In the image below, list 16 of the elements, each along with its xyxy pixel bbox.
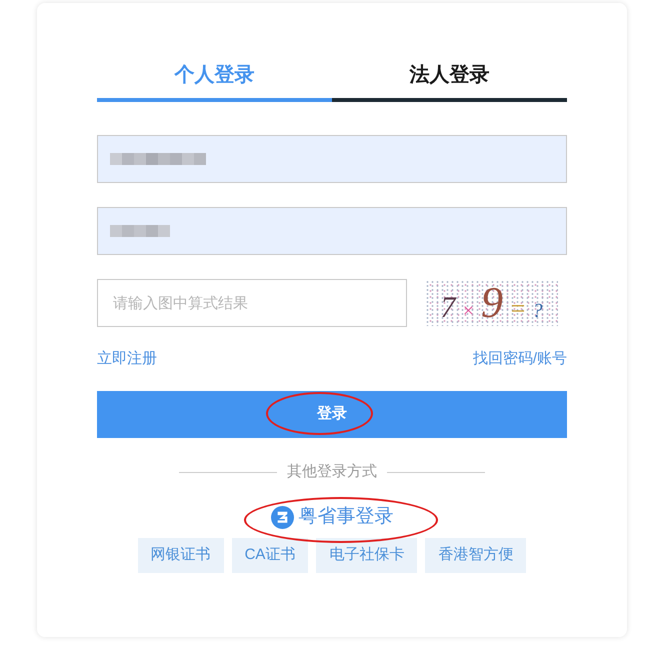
login-tab[interactable]: 个人登录	[97, 59, 332, 102]
register-link[interactable]: 立即注册	[97, 349, 157, 369]
login-method-button[interactable]: 网银证书	[138, 538, 224, 573]
login-tab[interactable]: 法人登录	[332, 59, 567, 102]
captcha-image[interactable]: 7×9=?	[425, 280, 558, 326]
login-button[interactable]: 登录	[97, 391, 567, 438]
input-field[interactable]	[97, 207, 567, 255]
app-login-link[interactable]: 粤省事登录	[270, 503, 394, 531]
other-login-heading: 其他登录方式	[287, 462, 377, 482]
login-method-button[interactable]: 电子社保卡	[316, 538, 418, 573]
app-logo-icon	[270, 506, 294, 528]
login-method-button[interactable]: CA证书	[232, 538, 308, 573]
recover-account-link[interactable]: 找回密码/账号	[472, 349, 567, 369]
login-method-button[interactable]: 香港智方便	[425, 538, 526, 573]
input-field[interactable]	[97, 135, 567, 183]
captcha-input[interactable]: 请输入图中算式结果	[97, 279, 407, 327]
